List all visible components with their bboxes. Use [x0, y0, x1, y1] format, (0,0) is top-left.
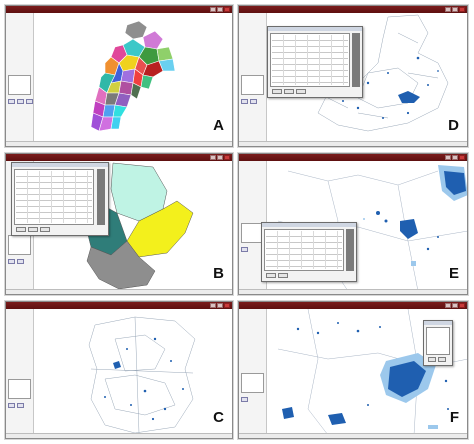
dialog-button[interactable]	[272, 89, 282, 94]
dialog-button[interactable]	[28, 227, 38, 232]
close-button[interactable]	[224, 155, 230, 160]
close-button[interactable]	[224, 7, 230, 12]
panel-label: C	[213, 409, 224, 426]
sidebar-button[interactable]	[17, 259, 24, 264]
layer-list[interactable]	[241, 373, 264, 393]
dialog-titlebar	[424, 321, 452, 325]
window-titlebar	[239, 154, 467, 161]
maximize-button[interactable]	[217, 7, 223, 12]
close-button[interactable]	[459, 303, 465, 308]
close-button[interactable]	[459, 155, 465, 160]
minimize-button[interactable]	[445, 155, 451, 160]
status-bar	[239, 289, 467, 294]
sidebar-button[interactable]	[8, 259, 15, 264]
panel-c: C	[5, 301, 233, 439]
table-scrollbar[interactable]	[346, 229, 354, 271]
attribute-table-dialog	[11, 162, 109, 236]
status-bar	[6, 289, 232, 294]
dialog-button[interactable]	[266, 273, 276, 278]
dialog-titlebar	[12, 163, 108, 167]
window-titlebar	[239, 302, 467, 309]
status-bar	[6, 141, 232, 146]
layer-list[interactable]	[241, 75, 264, 95]
minimize-button[interactable]	[210, 303, 216, 308]
layer-sidebar	[6, 13, 34, 141]
dialog-titlebar	[268, 27, 362, 31]
sidebar-button[interactable]	[241, 397, 248, 402]
sidebar-button[interactable]	[241, 99, 248, 104]
dialog-button[interactable]	[16, 227, 26, 232]
dialog-button[interactable]	[438, 357, 446, 362]
status-bar	[6, 433, 232, 438]
status-bar	[239, 433, 467, 438]
layer-list[interactable]	[8, 379, 31, 399]
sidebar-button[interactable]	[17, 99, 24, 104]
district-polygons	[90, 20, 176, 132]
minimize-button[interactable]	[210, 155, 216, 160]
dialog-button[interactable]	[278, 273, 288, 278]
minimize-button[interactable]	[445, 303, 451, 308]
status-bar	[239, 141, 467, 146]
dialog-button[interactable]	[284, 89, 294, 94]
tool-list[interactable]	[426, 327, 450, 355]
layer-list[interactable]	[8, 235, 31, 255]
window-titlebar	[6, 6, 232, 13]
maximize-button[interactable]	[452, 7, 458, 12]
panel-label: F	[449, 409, 459, 426]
panel-label: A	[213, 117, 224, 134]
district-map	[90, 20, 176, 132]
dialog-button[interactable]	[428, 357, 436, 362]
sidebar-button[interactable]	[26, 99, 33, 104]
maximize-button[interactable]	[217, 155, 223, 160]
close-button[interactable]	[459, 7, 465, 12]
panel-f: F	[238, 301, 468, 439]
tool-dialog	[423, 320, 453, 366]
table-scrollbar[interactable]	[352, 33, 360, 87]
panel-label: B	[213, 265, 224, 282]
sidebar-button[interactable]	[17, 403, 24, 408]
close-button[interactable]	[224, 303, 230, 308]
waterbody-map	[88, 316, 196, 434]
sidebar-button[interactable]	[8, 99, 15, 104]
minimize-button[interactable]	[445, 7, 451, 12]
layer-sidebar	[239, 309, 267, 433]
dialog-titlebar	[262, 223, 356, 227]
panel-b: B	[5, 153, 233, 295]
watershed-boundaries	[88, 316, 196, 434]
map-canvas[interactable]	[35, 309, 232, 434]
attribute-table-dialog	[267, 26, 363, 98]
maximize-button[interactable]	[217, 303, 223, 308]
window-titlebar	[239, 6, 467, 13]
minimize-button[interactable]	[210, 7, 216, 12]
waterbodies	[350, 165, 467, 266]
sidebar-button[interactable]	[250, 99, 257, 104]
figure-grid: A D B E C F	[0, 0, 474, 444]
dialog-button[interactable]	[40, 227, 50, 232]
map-canvas[interactable]	[35, 13, 232, 141]
attribute-table[interactable]	[270, 33, 350, 87]
panel-a: A	[5, 5, 233, 147]
panel-d: D	[238, 5, 468, 147]
panel-label: E	[448, 265, 459, 282]
sidebar-button[interactable]	[241, 247, 248, 252]
dialog-button[interactable]	[296, 89, 306, 94]
attribute-table[interactable]	[264, 229, 344, 271]
window-titlebar	[6, 302, 232, 309]
window-titlebar	[6, 154, 232, 161]
layer-list[interactable]	[8, 75, 31, 95]
attribute-table[interactable]	[14, 169, 94, 225]
attribute-table-dialog	[261, 222, 357, 282]
layer-sidebar	[239, 13, 267, 141]
sidebar-button[interactable]	[8, 403, 15, 408]
panel-e: E	[238, 153, 468, 295]
maximize-button[interactable]	[452, 303, 458, 308]
layer-sidebar	[6, 309, 34, 433]
panel-label: D	[448, 117, 459, 134]
waterbodies	[104, 337, 184, 421]
maximize-button[interactable]	[452, 155, 458, 160]
table-scrollbar[interactable]	[97, 169, 105, 225]
